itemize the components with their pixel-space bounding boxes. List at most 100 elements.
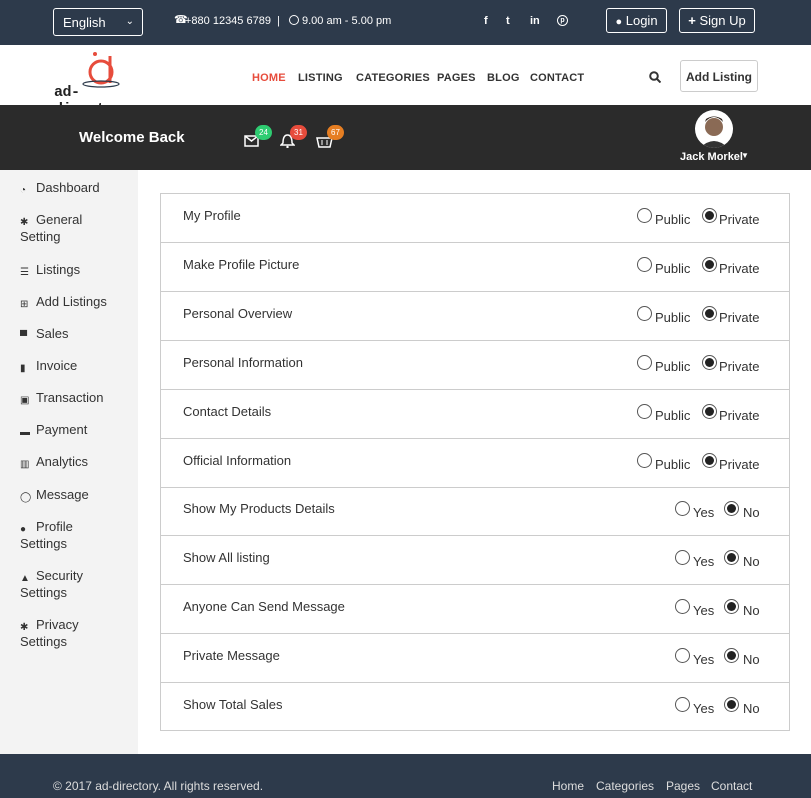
table-row: Official Information Public Private [161, 439, 789, 488]
radio-public[interactable] [637, 354, 652, 370]
radio-yes[interactable] [675, 648, 690, 664]
footer-link-categories[interactable]: Categories [596, 779, 654, 793]
sidebar-item-analytics[interactable]: ▥ Analytics [20, 453, 130, 470]
sidebar-item-profile[interactable]: ● Profile Settings [20, 518, 130, 552]
add-listing-button[interactable]: Add Listing [680, 60, 758, 92]
sidebar-item-label-line2: Settings [20, 536, 67, 551]
radio-label-no: No [743, 603, 760, 619]
user-name[interactable]: Jack Morkel [680, 151, 743, 163]
radio-private[interactable] [702, 305, 717, 321]
table-row: Make Profile Picture Public Private [161, 243, 789, 292]
sidebar-item-general[interactable]: ✱ General Setting [20, 211, 130, 245]
nav-pages[interactable]: PAGES [437, 72, 476, 84]
radio-private[interactable] [702, 208, 717, 223]
footer-link-home[interactable]: Home [552, 779, 584, 793]
radio-public[interactable] [637, 403, 652, 419]
sidebar-item-transaction[interactable]: ▣ Transaction [20, 389, 130, 406]
footer-link-pages[interactable]: Pages [666, 779, 700, 793]
privacy-settings-panel: My Profile Public Private Make Profile Pict… [160, 193, 790, 731]
gear-icon: ✱ [20, 217, 29, 228]
setting-label: Make Profile Picture [183, 256, 300, 272]
sidebar-item-label: Payment [36, 422, 88, 437]
radio-private[interactable] [702, 256, 717, 272]
sidebar-item-sales[interactable]: ▀ Sales [20, 325, 130, 342]
sidebar-item-label: Security [36, 568, 83, 583]
linkedin-icon[interactable]: in [530, 15, 540, 27]
plus-square-icon: ⊞ [20, 299, 29, 310]
nav-categories[interactable]: CATEGORIES [356, 72, 430, 84]
user-icon: ● [20, 524, 27, 535]
mail-count-badge: 24 [255, 125, 272, 140]
search-icon[interactable] [649, 70, 662, 84]
radio-yes[interactable] [675, 501, 690, 517]
sidebar-item-label: Sales [36, 326, 69, 341]
sidebar-item-privacy[interactable]: ✱ Privacy Settings [20, 616, 130, 650]
radio-label-no: No [743, 701, 760, 716]
setting-label: Show Total Sales [183, 697, 283, 712]
radio-label-private: Private [719, 456, 760, 472]
nav-blog[interactable]: BLOG [487, 72, 520, 84]
plus-icon: + [688, 13, 696, 28]
table-row: Show Total Sales Yes No [161, 683, 789, 732]
lock-icon: ▲ [20, 573, 30, 584]
sidebar-item-listings[interactable]: ☰ Listings [20, 261, 130, 278]
setting-label: Personal Information [183, 354, 303, 370]
radio-no[interactable] [724, 501, 739, 517]
table-row: Anyone Can Send Message Yes No [161, 585, 789, 635]
copyright: © 2017 ad-directory. All rights reserved… [53, 779, 264, 793]
signup-button[interactable]: + Sign Up [679, 8, 755, 33]
footer-link-contact[interactable]: Contact [711, 779, 752, 793]
sidebar-item-add-listings[interactable]: ⊞ Add Listings [20, 293, 130, 310]
pinterest-icon[interactable]: p [557, 15, 568, 26]
radio-yes[interactable] [675, 599, 690, 615]
radio-private[interactable] [702, 403, 717, 419]
radio-label-yes: Yes [693, 505, 715, 521]
radio-yes[interactable] [675, 550, 690, 566]
twitter-icon[interactable]: t [506, 15, 510, 27]
radio-no[interactable] [724, 599, 739, 615]
radio-public[interactable] [637, 256, 652, 272]
site-logo[interactable]: ad-directory [54, 50, 150, 118]
radio-no[interactable] [724, 697, 739, 712]
nav-listing[interactable]: LISTING [298, 72, 343, 84]
radio-no[interactable] [724, 648, 739, 664]
radio-label-private: Private [719, 309, 760, 325]
radio-private[interactable] [702, 452, 717, 468]
caret-down-icon[interactable]: ▼ [741, 151, 749, 160]
radio-public[interactable] [637, 452, 652, 468]
sidebar-item-payment[interactable]: ▬ Payment [20, 421, 130, 438]
sidebar-item-invoice[interactable]: ▮ Invoice [20, 357, 130, 374]
welcome-title: Welcome Back [79, 129, 185, 146]
business-hours: 9.00 am - 5.00 pm [302, 15, 392, 27]
radio-label-public: Public [655, 212, 691, 227]
login-button[interactable]: ● Login [606, 8, 667, 33]
sidebar-item-dashboard[interactable]: ◔ Dashboard [20, 179, 130, 196]
setting-label: Official Information [183, 452, 292, 468]
radio-label-private: Private [719, 212, 760, 227]
facebook-icon[interactable]: f [484, 15, 488, 27]
nav-contact[interactable]: CONTACT [530, 72, 584, 84]
radio-yes[interactable] [675, 697, 690, 712]
language-select[interactable]: English ⌄ [53, 8, 143, 36]
setting-label: Anyone Can Send Message [183, 599, 345, 615]
radio-private[interactable] [702, 354, 717, 370]
credit-card-icon: ▬ [20, 427, 30, 438]
sidebar-item-label: Profile [36, 519, 73, 534]
clock-icon [289, 15, 299, 25]
table-row: My Profile Public Private [161, 194, 789, 243]
radio-label-private: Private [719, 358, 760, 374]
radio-public[interactable] [637, 208, 652, 223]
sidebar-item-label-line2: Settings [20, 585, 67, 600]
radio-label-no: No [743, 652, 760, 668]
cart-count-badge: 67 [327, 125, 344, 140]
radio-public[interactable] [637, 305, 652, 321]
nav-home[interactable]: HOME [252, 72, 286, 84]
table-row: Personal Overview Public Private [161, 292, 789, 341]
list-icon: ☰ [20, 267, 29, 278]
sidebar-item-message[interactable]: ◯ Message [20, 486, 130, 503]
sidebar-item-security[interactable]: ▲ Security Settings [20, 567, 130, 601]
signup-label: Sign Up [699, 13, 746, 28]
avatar[interactable] [695, 110, 733, 148]
radio-no[interactable] [724, 550, 739, 566]
bar-chart-icon: ▥ [20, 459, 30, 470]
